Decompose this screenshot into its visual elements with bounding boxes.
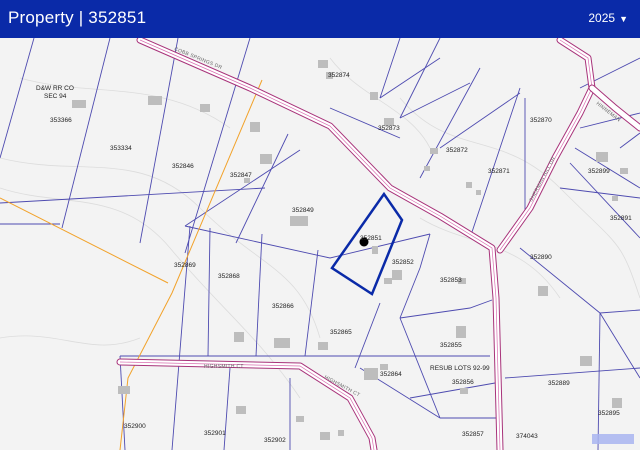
header-bar: Property | 352851 2025 ▼ bbox=[0, 0, 640, 38]
chevron-down-icon: ▼ bbox=[619, 14, 628, 24]
parcel-label-selected: 352851 bbox=[360, 235, 382, 242]
parcel-label: 352901 bbox=[204, 430, 226, 437]
parcel-label: 352846 bbox=[172, 163, 194, 170]
parcel-label: 352857 bbox=[462, 431, 484, 438]
parcel-label: 352856 bbox=[452, 379, 474, 386]
parcel-label: 352865 bbox=[330, 329, 352, 336]
parcel-label: 352889 bbox=[548, 380, 570, 387]
parcel-label: 352869 bbox=[174, 262, 196, 269]
parcel-owner-label: SEC 94 bbox=[44, 93, 67, 100]
parcel-label: 352849 bbox=[292, 207, 314, 214]
year-value: 2025 bbox=[588, 11, 616, 25]
parcel-label: 352855 bbox=[440, 342, 462, 349]
page-title: Property | 352851 bbox=[8, 8, 147, 27]
parcel-label: 352866 bbox=[272, 303, 294, 310]
parcel-label: RESUB LOTS 92-99 bbox=[430, 365, 490, 372]
parcel-label: 374043 bbox=[516, 433, 538, 440]
parcel-label: 352852 bbox=[392, 259, 414, 266]
parcel-label: 352891 bbox=[610, 215, 632, 222]
street-labels: COBB SPRINGS DR SHERMAN HILL DR HINNEMAN… bbox=[173, 46, 621, 398]
map-scale-indicator bbox=[592, 434, 634, 444]
parcel-label: 352873 bbox=[378, 125, 400, 132]
parcel-label: 352868 bbox=[218, 273, 240, 280]
parcel-label: 352874 bbox=[328, 72, 350, 79]
parcel-label: 352871 bbox=[488, 168, 510, 175]
year-selector[interactable]: 2025 ▼ bbox=[588, 10, 628, 27]
parcel-label: 352899 bbox=[588, 168, 610, 175]
map-canvas[interactable]: COBB SPRINGS DR SHERMAN HILL DR HINNEMAN… bbox=[0, 38, 640, 450]
parcel-label: 352902 bbox=[264, 437, 286, 444]
parcel-label: 352847 bbox=[230, 172, 252, 179]
roads bbox=[116, 38, 640, 450]
parcel-label: 352895 bbox=[598, 410, 620, 417]
street-label-sherman: SHERMAN HILL DR bbox=[528, 156, 557, 203]
parcel-label: 353366 bbox=[50, 117, 72, 124]
parcel-label: 352900 bbox=[124, 423, 146, 430]
parcel-label: 352864 bbox=[380, 371, 402, 378]
street-label-highsmith: HIGHSMITH CT bbox=[204, 364, 244, 370]
parcel-label: 352890 bbox=[530, 254, 552, 261]
rail-line bbox=[0, 79, 263, 450]
parcel-label: 352870 bbox=[530, 117, 552, 124]
parcel-label: 352853 bbox=[440, 277, 462, 284]
parcel-label: 353334 bbox=[110, 145, 132, 152]
parcel-label: 352872 bbox=[446, 147, 468, 154]
lot-lines bbox=[0, 38, 640, 450]
app-root: Property | 352851 2025 ▼ COBB SPRINGS DR… bbox=[0, 0, 640, 450]
parcel-map[interactable]: COBB SPRINGS DR SHERMAN HILL DR HINNEMAN… bbox=[0, 38, 640, 450]
parcel-owner-label: D&W RR CO bbox=[36, 85, 74, 92]
